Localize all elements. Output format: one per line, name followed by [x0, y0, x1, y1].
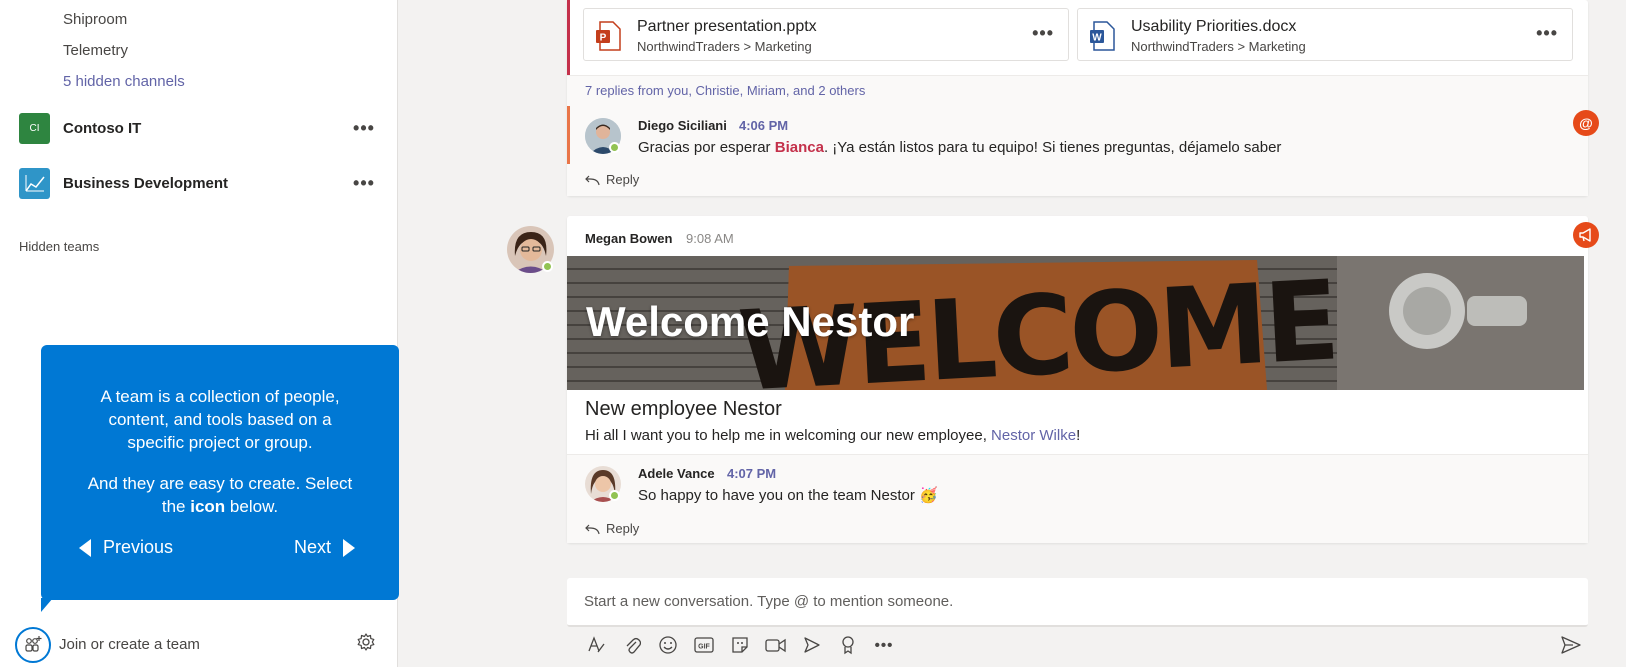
message-author[interactable]: Diego Siciliani [638, 118, 727, 133]
message-time: 9:08 AM [686, 231, 734, 246]
stream-icon[interactable] [800, 633, 824, 657]
format-icon[interactable] [584, 633, 608, 657]
team-more-button[interactable]: ••• [349, 118, 379, 139]
chart-icon [19, 167, 50, 199]
presence-available-icon [542, 261, 553, 272]
file-path: NorthwindTraders > Marketing [637, 39, 812, 54]
compose-box[interactable]: Start a new conversation. Type @ to ment… [567, 578, 1588, 627]
compose-input[interactable]: Start a new conversation. Type @ to ment… [584, 593, 953, 610]
file-path: NorthwindTraders > Marketing [1131, 39, 1306, 54]
announcement-text-start: Hi all I want you to help me in welcomin… [585, 427, 987, 444]
svg-text:W: W [1092, 33, 1102, 44]
tip-instruction-end: below. [229, 497, 279, 516]
mention-marker [567, 106, 570, 164]
chevron-left-icon [79, 538, 91, 557]
reply-icon [585, 524, 600, 534]
replies-summary-link[interactable]: 7 replies from you, Christie, Miriam, an… [585, 83, 865, 98]
tip-previous-button[interactable]: Previous [79, 537, 173, 558]
join-create-team-link[interactable]: Join or create a team [59, 636, 356, 653]
message-time: 4:07 PM [727, 466, 777, 481]
mention-bianca[interactable]: Bianca [775, 139, 824, 156]
gif-label: GIF [698, 644, 710, 651]
praise-icon[interactable] [836, 633, 860, 657]
file-name: Usability Priorities.docx [1131, 18, 1297, 35]
file-attachment-pptx[interactable]: P Partner presentation.pptx NorthwindTra… [583, 8, 1069, 61]
mention-badge-icon: @ [1573, 110, 1599, 136]
presence-available-icon [609, 142, 620, 153]
reply-button[interactable]: Reply [584, 172, 639, 187]
file-more-button[interactable]: ••• [1536, 23, 1558, 44]
tip-instruction-bold: icon [190, 497, 226, 516]
teams-coachmark: A team is a collection of people, conten… [41, 345, 399, 600]
file-name: Partner presentation.pptx [637, 18, 817, 35]
word-icon: W [1090, 21, 1116, 51]
message-time: 4:06 PM [739, 118, 789, 133]
file-more-button[interactable]: ••• [1032, 23, 1054, 44]
message-text: So happy to have you on the team Nestor … [638, 486, 938, 504]
emoji-icon[interactable] [656, 633, 680, 657]
announcement-text: Hi all I want you to help me in welcomin… [585, 427, 1080, 444]
team-avatar: CI [19, 112, 50, 144]
reply-label: Reply [606, 172, 640, 187]
gif-icon[interactable]: GIF [692, 633, 716, 657]
message-author[interactable]: Megan Bowen [585, 231, 672, 246]
party-emoji-icon: 🥳 [919, 487, 938, 504]
more-icon[interactable]: ••• [872, 633, 896, 657]
important-marker [567, 0, 570, 75]
team-business-development[interactable]: Business Development ••• [19, 167, 379, 199]
message-text-body: So happy to have you on the team Nestor [638, 487, 915, 504]
join-team-icon[interactable] [15, 626, 51, 663]
presence-available-icon [609, 490, 620, 501]
team-more-button[interactable]: ••• [349, 173, 379, 194]
announcement-title: New employee Nestor [585, 398, 782, 420]
tip-pointer [41, 598, 53, 612]
banner-title: Welcome Nestor [586, 298, 915, 345]
team-name: Contoso IT [63, 119, 142, 137]
hidden-teams-label[interactable]: Hidden teams [19, 239, 99, 254]
reply-button[interactable]: Reply [584, 521, 639, 536]
conversation-card: P Partner presentation.pptx NorthwindTra… [567, 0, 1588, 196]
svg-text:P: P [600, 33, 607, 44]
attach-icon[interactable] [620, 633, 644, 657]
tip-previous-label: Previous [103, 537, 174, 557]
team-contoso-it[interactable]: CI Contoso IT ••• [19, 112, 379, 144]
message-text-start: Gracias por esperar [638, 139, 771, 156]
reply-icon [585, 175, 600, 185]
chevron-right-icon [343, 538, 356, 557]
send-icon[interactable] [1561, 636, 1581, 659]
hidden-channels-link[interactable]: 5 hidden channels [63, 73, 185, 90]
sticker-icon[interactable] [728, 633, 752, 657]
tip-next-label: Next [294, 537, 332, 557]
announcement-badge-icon [1573, 222, 1599, 248]
tip-instruction: And they are easy to create. Select the … [81, 472, 359, 518]
compose-toolbar: GIF ••• [584, 633, 896, 657]
message-text-end: . ¡Ya están listos para tu equipo! Si ti… [823, 139, 1282, 156]
powerpoint-icon: P [596, 21, 622, 51]
reply-label: Reply [606, 521, 640, 536]
mention-nestor-wilke[interactable]: Nestor Wilke [991, 427, 1076, 444]
tip-description: A team is a collection of people, conten… [100, 387, 340, 452]
sidebar-footer: Join or create a team [0, 622, 398, 667]
message-author[interactable]: Adele Vance [638, 466, 715, 481]
channel-telemetry[interactable]: Telemetry [63, 42, 128, 59]
team-name: Business Development [63, 174, 229, 192]
meet-now-icon[interactable] [764, 633, 788, 657]
gear-icon[interactable] [356, 632, 376, 657]
tip-next-button[interactable]: Next [294, 537, 356, 558]
welcome-banner-image: WELCOME Welcome Nestor [567, 256, 1584, 390]
channel-shiproom[interactable]: Shiproom [63, 11, 127, 28]
message-text: Gracias por esperar Bianca. ¡Ya están li… [638, 139, 1281, 156]
file-attachment-docx[interactable]: W Usability Priorities.docx NorthwindTra… [1077, 8, 1573, 61]
announcement-text-end: ! [1076, 427, 1081, 444]
